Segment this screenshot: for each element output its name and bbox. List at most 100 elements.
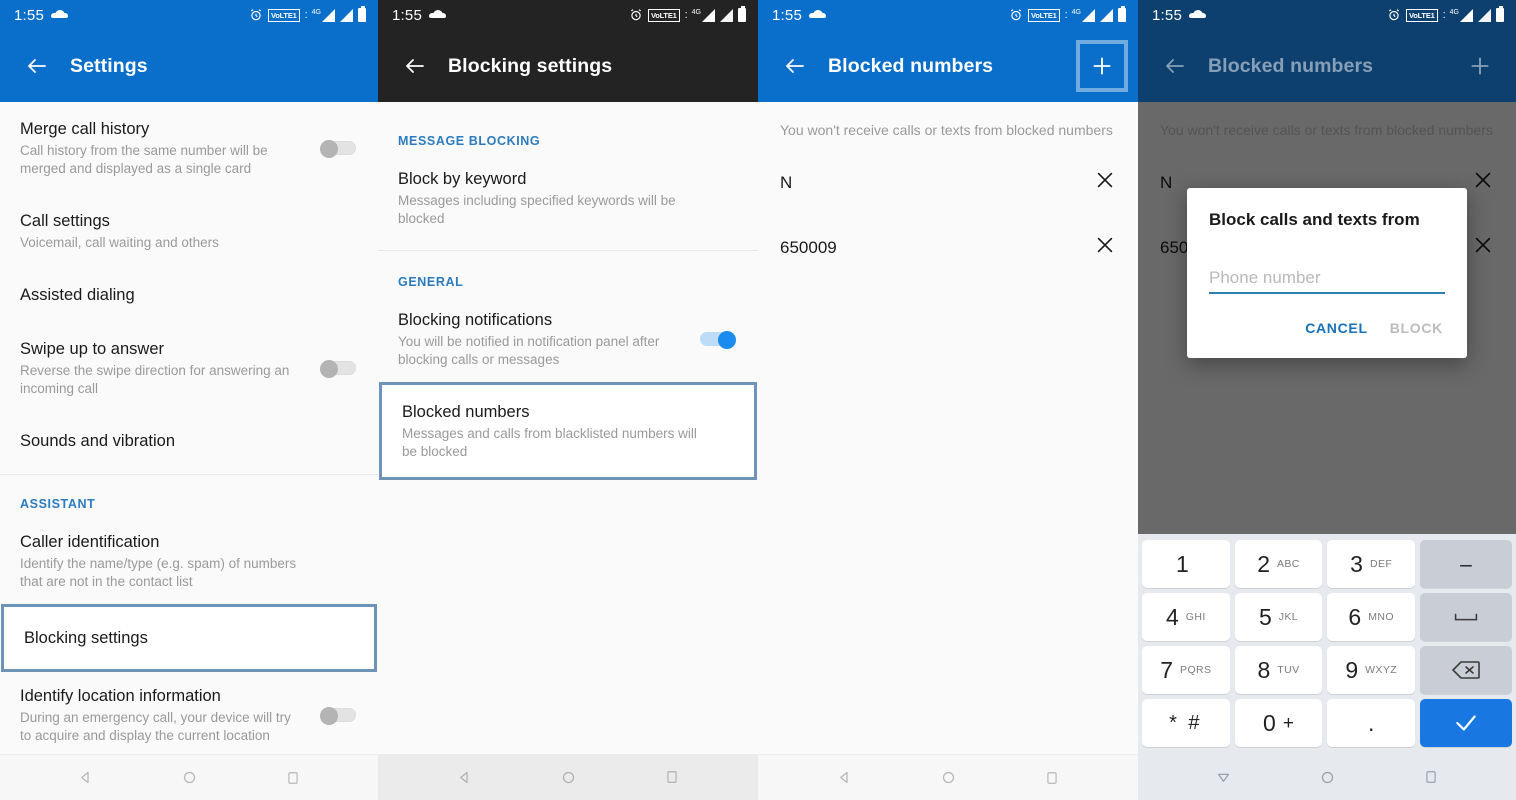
nav-recents-icon[interactable]: [1418, 764, 1444, 790]
nav-home-icon[interactable]: [176, 765, 202, 791]
list-item[interactable]: Merge call history Call history from the…: [0, 102, 378, 194]
block-button[interactable]: BLOCK: [1388, 316, 1445, 340]
panel-blocking-settings: 1:55 VoLTE1 : 4G Blocking settings MESSA…: [378, 0, 758, 800]
list-item-sub: Identify the name/type (e.g. spam) of nu…: [20, 556, 297, 589]
key-4[interactable]: 4 GHI: [1142, 593, 1230, 641]
key-5[interactable]: 5 JKL: [1234, 593, 1323, 641]
nav-back-icon[interactable]: [831, 765, 857, 791]
key-6[interactable]: 6 MNO: [1327, 593, 1416, 641]
section-header-assistant: ASSISTANT: [20, 497, 96, 511]
list-item[interactable]: Caller identification Identify the name/…: [0, 515, 378, 607]
numeric-keypad: 1 2 ABC 3 DEF – 4 GHI 5 JKL 6 MNO 7 PQRS 8 TUV …: [1138, 534, 1516, 754]
key-8[interactable]: 8 TUV: [1234, 646, 1323, 694]
battery-icon: [738, 6, 746, 22]
keypad-row: 1 2 ABC 3 DEF –: [1142, 540, 1513, 588]
blocking-notifications-toggle[interactable]: [700, 331, 736, 349]
key-7[interactable]: 7 PQRS: [1142, 646, 1230, 694]
navigation-bar: [0, 754, 378, 800]
key-1[interactable]: 1: [1142, 540, 1230, 588]
back-arrow-icon[interactable]: [392, 43, 438, 89]
list-item[interactable]: Identify location information During an …: [0, 669, 378, 761]
list-item[interactable]: Swipe up to answer Reverse the swipe dir…: [0, 322, 378, 414]
status-time: 1:55: [392, 6, 422, 24]
close-icon[interactable]: [1094, 234, 1116, 261]
blocked-number-label: 650009: [780, 237, 837, 257]
cancel-button[interactable]: CANCEL: [1303, 316, 1370, 340]
backspace-key[interactable]: [1420, 646, 1513, 694]
signal-4g-icon: 4G: [1072, 8, 1095, 22]
navigation-bar: [378, 754, 758, 800]
nav-home-icon[interactable]: [1314, 764, 1340, 790]
screenshot-strip: 1:55 VoLTE1 : 4G Settings Merge call his…: [0, 0, 1516, 800]
list-item-blocking-notifications[interactable]: Blocking notifications You will be notif…: [378, 293, 758, 385]
nav-recents-icon[interactable]: [280, 765, 306, 791]
add-blocked-number-button[interactable]: [1076, 40, 1128, 92]
keypad-row: 4 GHI 5 JKL 6 MNO: [1142, 593, 1513, 641]
app-bar: Blocking settings: [378, 30, 758, 102]
signal-4g-icon: 4G: [1450, 8, 1473, 22]
sidebar-item-blocking-settings[interactable]: Blocking settings: [1, 604, 377, 672]
close-icon[interactable]: [1094, 169, 1116, 196]
nav-hide-keyboard-icon[interactable]: [1210, 764, 1236, 790]
back-arrow-icon[interactable]: [772, 43, 818, 89]
list-item-title: Blocking settings: [24, 629, 148, 647]
section-header-message-blocking: MESSAGE BLOCKING: [398, 134, 541, 148]
key-2[interactable]: 2 ABC: [1234, 540, 1323, 588]
block-number-dialog: Block calls and texts from CANCEL BLOCK: [1187, 188, 1467, 358]
list-item-block-by-keyword[interactable]: Block by keyword Messages including spec…: [378, 152, 758, 244]
signal-4g-icon: 4G: [312, 8, 335, 22]
sim-dots-icon: :: [1064, 9, 1068, 21]
blocking-settings-list: MESSAGE BLOCKING Block by keyword Messag…: [378, 102, 758, 480]
list-item[interactable]: Call settings Voicemail, call waiting an…: [0, 194, 378, 268]
back-arrow-icon[interactable]: [14, 43, 60, 89]
sim-dots-icon: :: [1442, 9, 1446, 21]
nav-back-icon[interactable]: [72, 765, 98, 791]
battery-icon: [358, 6, 366, 22]
sim-dots-icon: :: [684, 9, 688, 21]
key-dot[interactable]: .: [1327, 699, 1416, 747]
nav-recents-icon[interactable]: [1039, 765, 1065, 791]
enter-key[interactable]: [1420, 699, 1513, 747]
list-item[interactable]: Sounds and vibration: [0, 414, 378, 468]
nav-home-icon[interactable]: [555, 764, 581, 790]
key-3[interactable]: 3 DEF: [1327, 540, 1416, 588]
list-item[interactable]: Assisted dialing: [0, 268, 378, 322]
status-time: 1:55: [14, 6, 44, 24]
add-blocked-number-button[interactable]: [1454, 40, 1506, 92]
identify-location-toggle[interactable]: [320, 707, 356, 725]
list-item-sub: Reverse the swipe direction for answerin…: [20, 363, 290, 396]
space-key[interactable]: [1420, 593, 1513, 641]
list-item-title: Swipe up to answer: [20, 340, 164, 358]
volte-badge: VoLTE1: [1027, 8, 1060, 22]
list-item-sub: You will be notified in notification pan…: [398, 334, 660, 367]
key-9[interactable]: 9 WXYZ: [1327, 646, 1416, 694]
nav-back-icon[interactable]: [451, 764, 477, 790]
list-item[interactable]: 650009: [758, 215, 1138, 280]
alarm-icon: [1010, 9, 1021, 21]
nav-home-icon[interactable]: [935, 765, 961, 791]
list-item[interactable]: N: [758, 150, 1138, 215]
blocked-numbers-list: You won't receive calls or texts from bl…: [758, 102, 1138, 280]
keypad-row: 7 PQRS 8 TUV 9 WXYZ: [1142, 646, 1513, 694]
nav-recents-icon[interactable]: [659, 764, 685, 790]
dialog-title: Block calls and texts from: [1209, 210, 1420, 229]
back-arrow-icon[interactable]: [1152, 43, 1198, 89]
dash-key[interactable]: –: [1420, 540, 1513, 588]
status-bar: 1:55 VoLTE1 : 4G: [0, 0, 378, 30]
page-title: Blocked numbers: [1208, 54, 1374, 77]
car-icon: [1189, 10, 1206, 20]
dialog-actions: CANCEL BLOCK: [1209, 294, 1445, 348]
list-item-title: Identify location information: [20, 687, 221, 705]
divider: [0, 474, 378, 475]
phone-number-field[interactable]: [1209, 268, 1445, 294]
merge-call-history-toggle[interactable]: [320, 140, 356, 158]
list-item-title: Block by keyword: [398, 170, 527, 188]
panel-block-number-dialog: 1:55 VoLTE1 : 4G Blocked numbers You wo: [1138, 0, 1516, 800]
swipe-up-to-answer-toggle[interactable]: [320, 360, 356, 378]
list-item-title: Call settings: [20, 212, 110, 230]
key-0[interactable]: 0 +: [1234, 699, 1323, 747]
key-star-hash[interactable]: * #: [1142, 699, 1230, 747]
phone-number-input[interactable]: [1209, 268, 1445, 288]
car-icon: [429, 10, 446, 20]
list-item-blocked-numbers[interactable]: Blocked numbers Messages and calls from …: [379, 382, 757, 480]
